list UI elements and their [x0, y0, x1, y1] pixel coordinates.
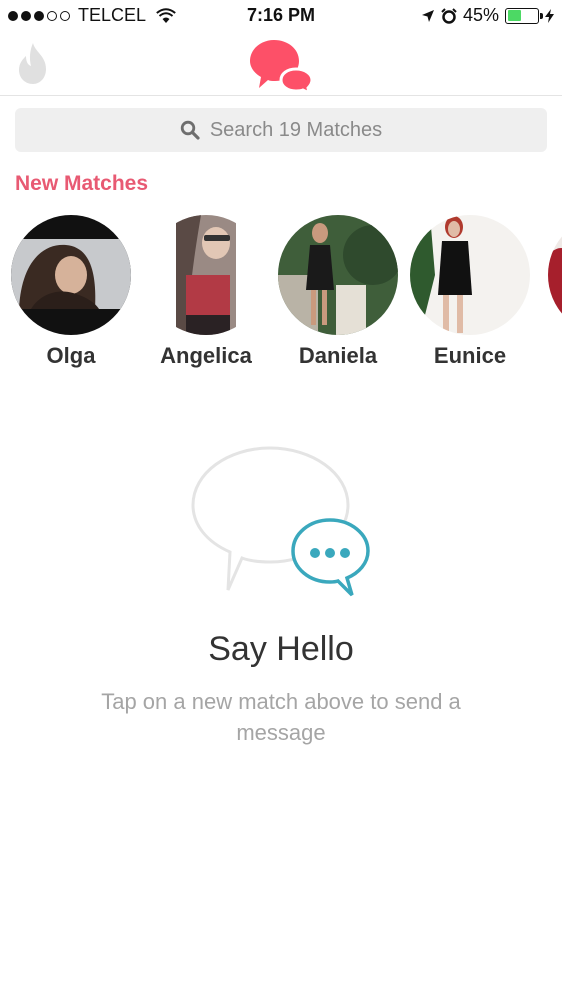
match-item-angelica[interactable]: Angelica [136, 215, 276, 369]
avatar[interactable] [410, 215, 530, 335]
alarm-icon [441, 7, 457, 24]
match-item-olga[interactable]: Olga [1, 215, 141, 369]
empty-state-title: Say Hello [208, 630, 354, 668]
charging-bolt-icon [545, 8, 554, 23]
match-name: Daniela [298, 343, 378, 368]
match-item-daniela[interactable]: Daniela [268, 215, 408, 369]
new-matches-title: New Matches [15, 172, 149, 195]
search-input[interactable]: Search 19 Matches [15, 108, 547, 152]
match-name: Eunice [433, 343, 507, 368]
search-icon [180, 120, 200, 140]
top-navigation [0, 32, 562, 96]
match-name: Angelica [160, 343, 252, 368]
battery-percent: 45% [462, 5, 499, 25]
flame-icon[interactable] [14, 40, 52, 86]
chat-bubbles-illustration-icon [191, 446, 370, 597]
avatar[interactable] [278, 215, 398, 335]
match-item-eunice[interactable]: Eunice [400, 215, 540, 369]
chat-bubbles-icon[interactable] [248, 36, 314, 94]
status-bar: TELCEL 7:16 PM 45% [0, 0, 562, 32]
match-name: Olga [46, 343, 96, 368]
status-right: 45% [421, 5, 554, 26]
empty-state-message: Tap on a new match above to send a messa… [101, 689, 461, 745]
avatar[interactable] [11, 215, 131, 335]
location-arrow-icon [421, 9, 434, 22]
match-item-partial[interactable] [538, 215, 562, 343]
avatar[interactable] [548, 215, 562, 335]
battery-icon [505, 7, 543, 24]
new-matches-carousel[interactable]: Olga Angelica Daniela Eunice [0, 215, 562, 375]
avatar[interactable] [146, 215, 266, 335]
search-placeholder: Search 19 Matches [209, 118, 383, 141]
